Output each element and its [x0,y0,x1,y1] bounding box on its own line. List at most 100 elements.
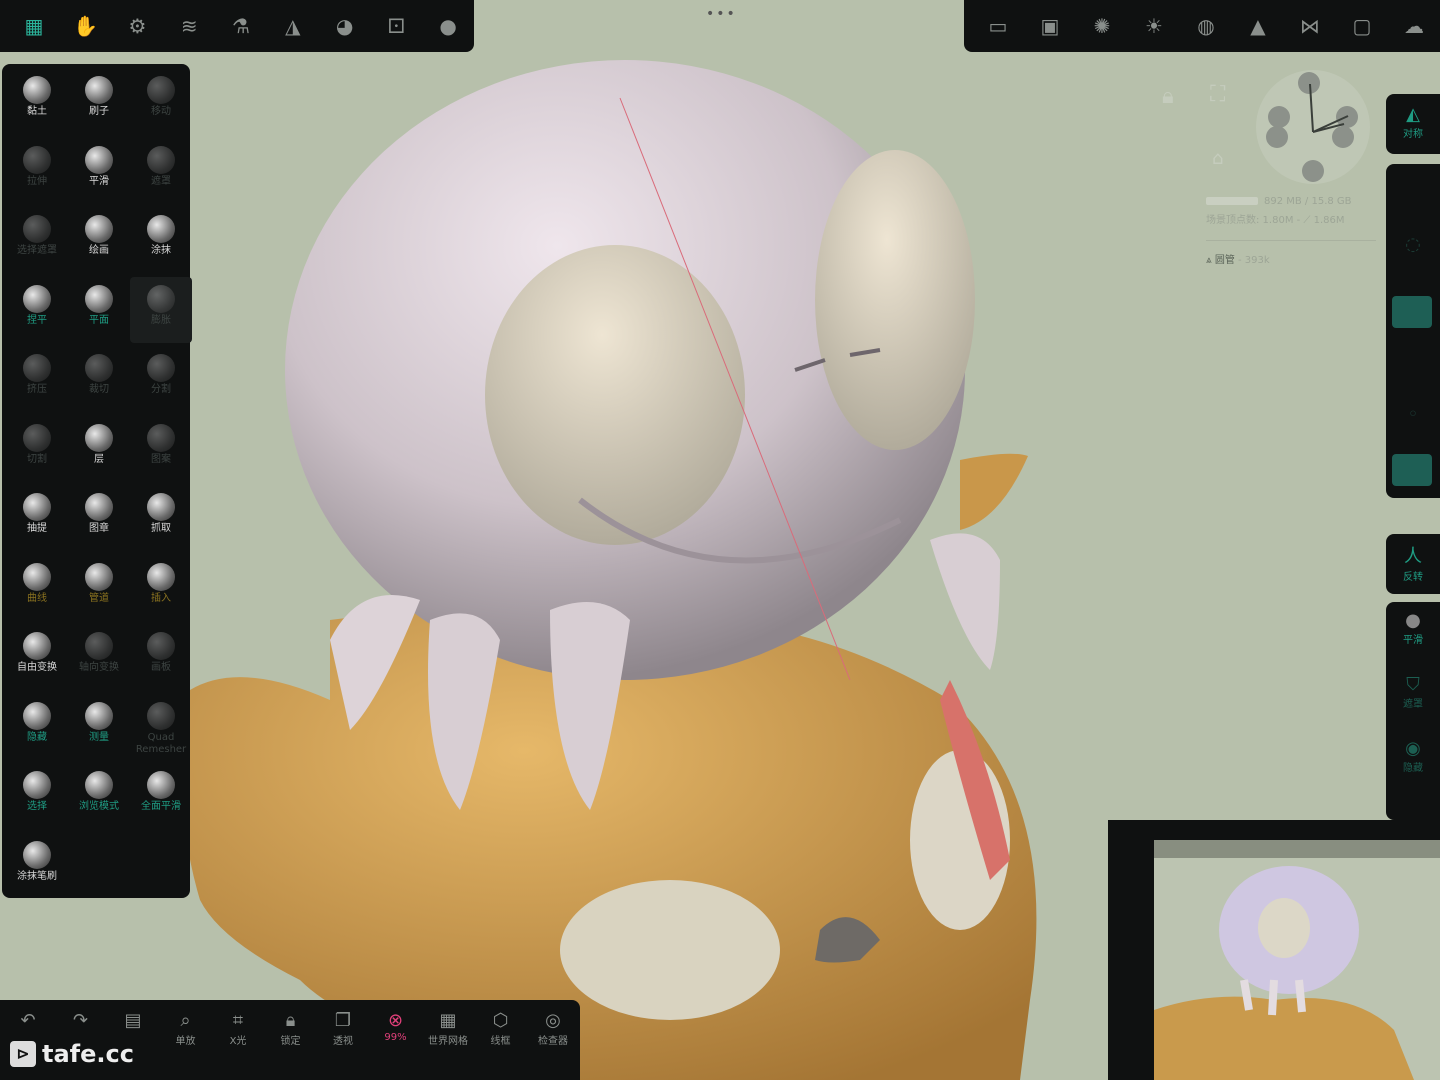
frame-icon[interactable]: ⛶ [1210,82,1225,107]
tool-7[interactable]: 绘画 [68,207,130,273]
tool-32[interactable]: 全面平滑 [130,763,192,829]
tool-15[interactable]: 切割 [6,416,68,482]
symmetry-icon[interactable]: ◮ [267,0,319,52]
flask-icon[interactable]: ⚗ [215,0,267,52]
hand-icon[interactable]: ✋ [60,0,112,52]
tool-29[interactable]: Quad Remesher [130,694,192,760]
globe-icon[interactable]: ◍ [1180,0,1232,52]
tool-22[interactable]: 管道 [68,555,130,621]
tool-11[interactable]: 膨胀 [130,276,192,343]
tool-icon [85,493,113,521]
camera-icon[interactable]: ▭ [972,0,1024,52]
tool-16[interactable]: 层 [68,416,130,482]
stats-divider [1206,240,1376,241]
tool-10[interactable]: 平面 [68,277,130,343]
tool-2[interactable]: 移动 [130,68,192,134]
gizmo-lines [1309,83,1349,133]
tool-label: 切割 [27,453,47,465]
tool-4[interactable]: 平滑 [68,138,130,204]
tool-5[interactable]: 遮罩 [130,138,192,204]
palette-icon[interactable]: ◕ [319,0,371,52]
symmetry-button[interactable]: ◭ 对称 [1386,104,1440,140]
tool-8[interactable]: 涂抹 [130,207,192,273]
folder-icon[interactable]: ▢ [1336,0,1388,52]
quick-smooth-button[interactable]: ● 平滑 [1386,610,1440,646]
quick-hide-button[interactable]: ◉ 隐藏 [1386,738,1440,774]
tool-25[interactable]: 轴向变换 [68,624,130,690]
tool-label: 全面平滑 [141,801,181,812]
symmetry-toggle-icon: ◭ [1406,104,1420,125]
bottom-notes-button[interactable]: ▤ [107,1010,159,1032]
perspective-icon: ❐ [334,1010,352,1031]
tool-21[interactable]: 曲线 [6,555,68,621]
tool-3[interactable]: 拉伸 [6,138,68,204]
tool-33[interactable]: 涂抹笔刷 [6,833,68,899]
tool-18[interactable]: 抽提 [6,485,68,551]
tool-6[interactable]: 选择遮罩 [6,207,68,273]
tool-icon [147,701,175,730]
drag-handle-icon[interactable]: ••• [706,6,737,22]
invert-button[interactable]: 人 反转 [1386,542,1440,583]
tool-14[interactable]: 分割 [130,346,192,412]
quick-mask-button[interactable]: ⛉ 遮罩 [1386,674,1440,710]
tool-9[interactable]: 捏平 [6,277,68,343]
aperture-icon[interactable]: ✺ [1076,0,1128,52]
tool-label: 挤压 [27,384,47,395]
tool-19[interactable]: 图章 [68,485,130,551]
tool-28[interactable]: 测量 [68,694,130,760]
bottom-redo-button[interactable]: ↷ [55,1010,107,1032]
tool-label: 刷子 [89,106,109,117]
intensity-icon[interactable]: ◦ [1386,404,1440,425]
bottom-perspective-button[interactable]: ❐ 透视 [317,1010,369,1047]
tool-23[interactable]: 插入 [130,555,192,621]
gear-icon[interactable]: ⚙ [112,0,164,52]
bottom-lock-button[interactable]: 🔒︎ 锁定 [265,1010,317,1047]
image-icon[interactable]: ▣ [1024,0,1076,52]
tool-icon [23,493,51,521]
tool-31[interactable]: 浏览模式 [68,763,130,829]
bottom-undo-button[interactable]: ↶ [2,1010,54,1032]
tool-12[interactable]: 挤压 [6,346,68,412]
tool-26[interactable]: 画板 [130,624,192,690]
bottom-close-circle-button[interactable]: ⊗ 99% [370,1010,422,1043]
bottom-zoom-button[interactable]: ⌕ 单放 [160,1010,212,1047]
tool-icon [23,840,51,869]
tool-label: 移动 [151,106,171,117]
smooth-icon: ● [1405,610,1421,631]
tool-20[interactable]: 抓取 [130,485,192,551]
tool-27[interactable]: 隐藏 [6,694,68,760]
tool-label: 轴向变换 [79,662,119,673]
sun-icon[interactable]: ☀ [1128,0,1180,52]
cloud-icon[interactable]: ☁ [1388,0,1440,52]
share-icon[interactable]: ⋈ [1284,0,1336,52]
tool-1[interactable]: 刷子 [68,68,130,134]
lock-view-icon[interactable]: 🔒︎ [1162,84,1174,109]
radius-icon[interactable]: ◌ [1386,234,1440,255]
quick-tools-strip: ● 平滑 ⛉ 遮罩 ◉ 隐藏 [1386,602,1440,820]
dice-icon[interactable]: ⚀ [370,0,422,52]
bottom-xray-button[interactable]: ⌗ X光 [212,1010,264,1047]
material-sphere-icon[interactable]: ● [422,0,474,52]
bottom-inspector-button[interactable]: ◎ 检查器 [527,1010,579,1047]
tool-24[interactable]: 自由变换 [6,624,68,690]
home-icon[interactable]: ⌂ [1212,148,1223,169]
brush-tool-icon[interactable]: ▦ [8,0,60,52]
preview-viewport [1154,840,1440,1080]
tool-icon [85,284,113,313]
orientation-gizmo[interactable] [1256,70,1370,184]
tool-0[interactable]: 黏土 [6,68,68,134]
mesh-icon: ⩓ [1206,255,1212,266]
intensity-slider[interactable] [1392,454,1432,486]
active-mesh-label[interactable]: ⩓ 圆管 - 393k [1206,251,1270,266]
tool-13[interactable]: 裁切 [68,346,130,412]
tool-label: 层 [94,453,104,465]
radius-slider[interactable] [1392,296,1432,328]
pyramid-icon[interactable]: ▲ [1232,0,1284,52]
tool-17[interactable]: 图案 [130,416,192,482]
tool-icon [85,562,113,591]
tool-30[interactable]: 选择 [6,763,68,829]
bottom-wireframe-button[interactable]: ⬡ 线框 [475,1010,527,1047]
watermark-logo: ⊳ tafe.cc [10,1040,134,1068]
bottom-grid-button[interactable]: ▦ 世界网格 [422,1010,474,1047]
layers-icon[interactable]: ≋ [163,0,215,52]
